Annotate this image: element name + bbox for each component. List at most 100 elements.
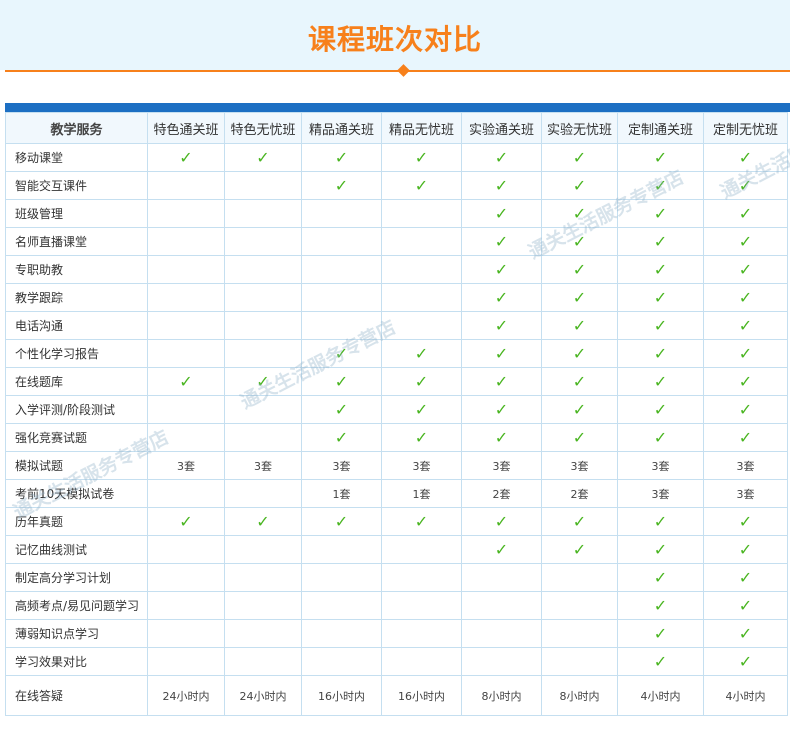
table-cell: ✓ xyxy=(461,227,542,256)
table-cell: ✓ xyxy=(381,395,462,424)
table-cell: ✓ xyxy=(617,171,704,200)
table-cell xyxy=(147,171,225,200)
check-icon: ✓ xyxy=(653,539,668,559)
column-header-service: 教学服务 xyxy=(5,112,148,144)
table-cell xyxy=(224,199,302,228)
cell-value: 1套 xyxy=(412,487,431,501)
table-cell: ✓ xyxy=(703,591,788,620)
table-cell: ✓ xyxy=(541,535,618,564)
table-row: 在线题库 ✓ ✓ ✓ ✓ ✓ ✓ ✓ ✓ xyxy=(5,367,788,396)
cell-value: 16小时内 xyxy=(318,689,365,703)
table-cell: 3套 xyxy=(381,451,462,480)
table-cell: ✓ xyxy=(381,507,462,536)
table-cell: ✓ xyxy=(381,143,462,172)
check-icon: ✓ xyxy=(738,595,753,615)
table-cell: ✓ xyxy=(147,507,225,536)
table-cell: 8小时内 xyxy=(461,675,542,716)
row-label: 考前10天模拟试卷 xyxy=(5,479,148,508)
table-cell xyxy=(147,199,225,228)
check-icon: ✓ xyxy=(653,287,668,307)
table-cell: 1套 xyxy=(381,479,462,508)
table-cell xyxy=(301,311,382,340)
table-cell: 3套 xyxy=(224,451,302,480)
cell-value: 3套 xyxy=(570,459,589,473)
table-cell xyxy=(381,283,462,312)
check-icon: ✓ xyxy=(414,147,429,167)
table-cell: ✓ xyxy=(301,395,382,424)
table-cell: ✓ xyxy=(541,423,618,452)
table-cell: ✓ xyxy=(541,199,618,228)
table-cell xyxy=(224,423,302,452)
check-icon: ✓ xyxy=(572,399,587,419)
table-cell xyxy=(147,563,225,592)
check-icon: ✓ xyxy=(653,567,668,587)
check-icon: ✓ xyxy=(653,231,668,251)
check-icon: ✓ xyxy=(334,147,349,167)
table-cell xyxy=(301,647,382,676)
table-row: 制定高分学习计划 ✓ ✓ xyxy=(5,563,788,592)
cell-value: 16小时内 xyxy=(398,689,445,703)
check-icon: ✓ xyxy=(738,259,753,279)
row-label: 智能交互课件 xyxy=(5,171,148,200)
table-cell xyxy=(147,395,225,424)
table-cell: ✓ xyxy=(703,171,788,200)
check-icon: ✓ xyxy=(738,231,753,251)
table-cell: ✓ xyxy=(541,507,618,536)
table-cell: 2套 xyxy=(541,479,618,508)
table-cell: ✓ xyxy=(301,507,382,536)
table-cell xyxy=(541,647,618,676)
cell-value: 3套 xyxy=(177,459,195,473)
table-cell: ✓ xyxy=(461,367,542,396)
column-header: 精品通关班 xyxy=(301,112,382,144)
table-cell: ✓ xyxy=(301,367,382,396)
table-body: 移动课堂 ✓ ✓ ✓ ✓ ✓ ✓ ✓ ✓ 智能交互课件 ✓ ✓ ✓ ✓ ✓ ✓ 班级管理 ✓ ✓ ✓ ✓ 名师直播课堂 ✓ ✓… xyxy=(5,143,788,716)
table-cell: ✓ xyxy=(541,367,618,396)
check-icon: ✓ xyxy=(414,371,429,391)
cell-value: 1套 xyxy=(332,487,351,501)
row-label: 移动课堂 xyxy=(5,143,148,172)
check-icon: ✓ xyxy=(738,623,753,643)
check-icon: ✓ xyxy=(653,511,668,531)
check-icon: ✓ xyxy=(179,371,193,391)
table-cell xyxy=(301,227,382,256)
table-cell xyxy=(381,199,462,228)
table-cell: ✓ xyxy=(617,255,704,284)
table-cell: ✓ xyxy=(617,591,704,620)
row-label: 班级管理 xyxy=(5,199,148,228)
cell-value: 24小时内 xyxy=(162,689,210,703)
check-icon: ✓ xyxy=(179,147,193,167)
table-cell: 16小时内 xyxy=(301,675,382,716)
table-cell: ✓ xyxy=(703,255,788,284)
table-cell: ✓ xyxy=(541,143,618,172)
table-cell xyxy=(224,563,302,592)
table-cell: ✓ xyxy=(703,423,788,452)
table-row: 模拟试题 3套 3套 3套 3套 3套 3套 3套 3套 xyxy=(5,451,788,480)
check-icon: ✓ xyxy=(494,203,509,223)
table-row: 个性化学习报告 ✓ ✓ ✓ ✓ ✓ ✓ xyxy=(5,339,788,368)
column-header: 实验无忧班 xyxy=(541,112,618,144)
table-row: 历年真题 ✓ ✓ ✓ ✓ ✓ ✓ ✓ ✓ xyxy=(5,507,788,536)
table-cell xyxy=(381,227,462,256)
table-cell: ✓ xyxy=(541,339,618,368)
table-cell: ✓ xyxy=(541,171,618,200)
table-cell: ✓ xyxy=(703,283,788,312)
table-cell: 8小时内 xyxy=(541,675,618,716)
cell-value: 24小时内 xyxy=(239,689,287,703)
table-cell xyxy=(301,255,382,284)
table-cell xyxy=(461,563,542,592)
check-icon: ✓ xyxy=(572,343,587,363)
table-cell: ✓ xyxy=(541,255,618,284)
table-cell: ✓ xyxy=(703,339,788,368)
check-icon: ✓ xyxy=(334,511,349,531)
cell-value: 3套 xyxy=(736,459,755,473)
table-row: 薄弱知识点学习 ✓ ✓ xyxy=(5,619,788,648)
table-cell xyxy=(301,199,382,228)
check-icon: ✓ xyxy=(653,595,668,615)
check-icon: ✓ xyxy=(738,511,753,531)
table-cell: ✓ xyxy=(703,199,788,228)
table-cell: ✓ xyxy=(617,143,704,172)
check-icon: ✓ xyxy=(738,427,753,447)
table-cell: ✓ xyxy=(147,367,225,396)
table-row: 考前10天模拟试卷 1套 1套 2套 2套 3套 3套 xyxy=(5,479,788,508)
check-icon: ✓ xyxy=(334,399,349,419)
